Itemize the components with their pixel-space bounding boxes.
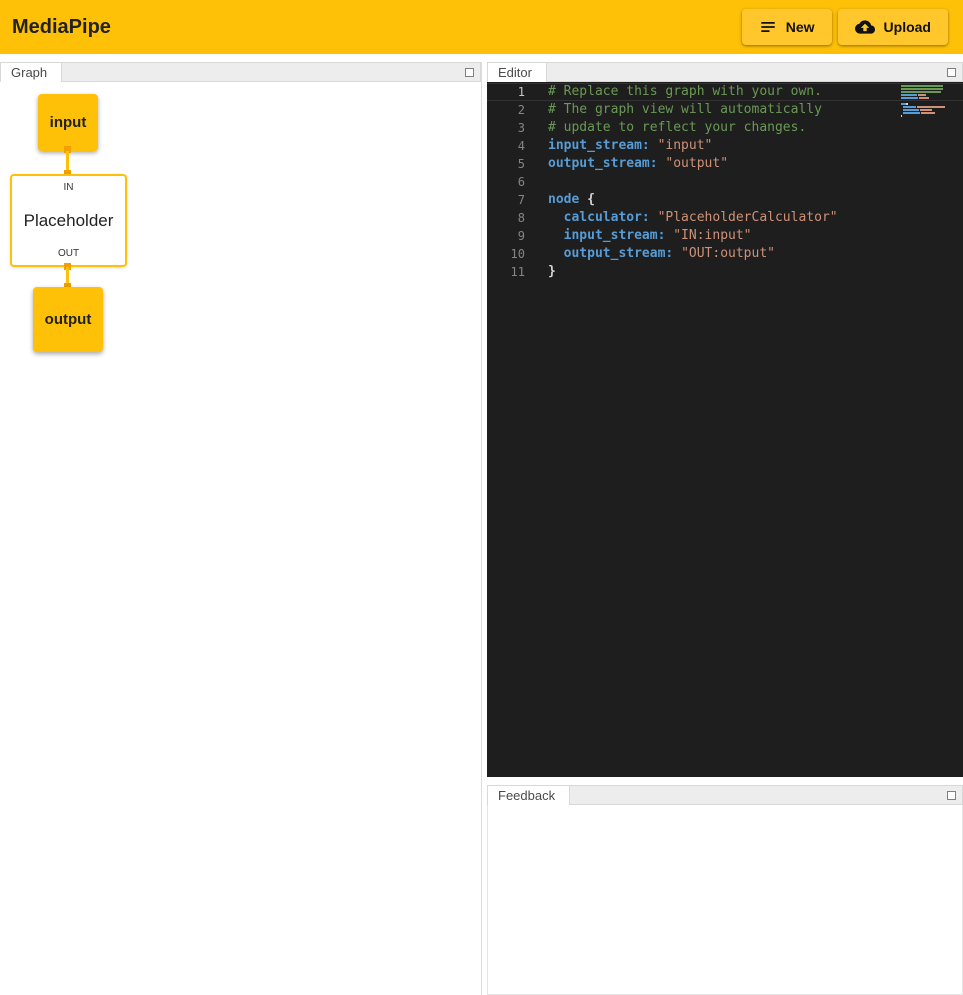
graph-tabbar: Graph (0, 62, 481, 82)
tab-editor[interactable]: Editor (487, 62, 547, 82)
line-number[interactable]: 4 (487, 137, 525, 155)
placeholder-label: Placeholder (24, 211, 114, 231)
menu-icon (759, 18, 777, 36)
minimap-line (901, 103, 953, 105)
tab-feedback[interactable]: Feedback (487, 785, 570, 805)
code-line-text: input_stream: "IN:input" (548, 227, 752, 245)
code-line-text: input_stream: "input" (548, 137, 712, 155)
code-line[interactable]: 2 # The graph view will automatically (487, 101, 963, 119)
placeholder-out-port-label: OUT (58, 248, 79, 259)
line-number[interactable]: 9 (487, 227, 525, 245)
tab-graph[interactable]: Graph (0, 62, 62, 82)
line-number[interactable]: 8 (487, 209, 525, 227)
editor-panel: Editor 1 # Replace this graph with your o… (487, 62, 963, 777)
code-line-text: # Replace this graph with your own. (548, 83, 822, 101)
cloud-upload-icon (855, 17, 875, 37)
code-line-text: output_stream: "output" (548, 155, 728, 173)
line-number[interactable]: 5 (487, 155, 525, 173)
minimap-line (901, 109, 953, 111)
upload-button-label: Upload (884, 19, 931, 35)
minimap-line (901, 85, 953, 87)
line-number[interactable]: 2 (487, 101, 525, 119)
minimap-line (901, 91, 953, 93)
line-number[interactable]: 7 (487, 191, 525, 209)
code-line[interactable]: 3 # update to reflect your changes. (487, 119, 963, 137)
minimap-line (901, 88, 953, 90)
app-header: MediaPipe New Upload (0, 0, 963, 54)
feedback-content (487, 805, 963, 995)
code-line[interactable]: 9 input_stream: "IN:input" (487, 227, 963, 245)
code-line[interactable]: 6 (487, 173, 963, 191)
minimap-line (901, 97, 953, 99)
graph-canvas[interactable]: input IN Placeholder OUT output (0, 82, 481, 995)
new-button-label: New (786, 19, 815, 35)
editor-tabbar: Editor (487, 62, 963, 82)
maximize-icon-graph[interactable] (465, 68, 474, 77)
new-button[interactable]: New (742, 9, 832, 45)
feedback-tabbar: Feedback (487, 785, 963, 805)
code-line-text: } (548, 263, 556, 281)
code-line[interactable]: 4 input_stream: "input" (487, 137, 963, 155)
line-number[interactable]: 1 (487, 83, 525, 101)
line-number[interactable]: 6 (487, 173, 525, 191)
minimap-line (901, 115, 953, 117)
code-line[interactable]: 10 output_stream: "OUT:output" (487, 245, 963, 263)
maximize-icon-editor[interactable] (947, 68, 956, 77)
graph-node-placeholder[interactable]: IN Placeholder OUT (10, 174, 127, 267)
code-line-text: output_stream: "OUT:output" (548, 245, 775, 263)
line-number[interactable]: 11 (487, 263, 525, 281)
code-line[interactable]: 7 node { (487, 191, 963, 209)
right-column: Editor 1 # Replace this graph with your o… (487, 62, 963, 995)
graph-node-output-label: output (45, 311, 92, 328)
feedback-panel: Feedback (487, 785, 963, 995)
minimap-line (901, 100, 953, 102)
upload-button[interactable]: Upload (838, 9, 948, 45)
graph-panel: Graph input IN Placeholder OUT output (0, 62, 482, 995)
code-line-text: # The graph view will automatically (548, 101, 822, 119)
line-number[interactable]: 3 (487, 119, 525, 137)
graph-node-output[interactable]: output (33, 287, 103, 352)
main-layout: Graph input IN Placeholder OUT output (0, 54, 963, 995)
code-lines: 1 # Replace this graph with your own. 2 # T… (487, 83, 963, 281)
line-number[interactable]: 10 (487, 245, 525, 263)
graph-node-input[interactable]: input (38, 94, 98, 151)
code-editor[interactable]: 1 # Replace this graph with your own. 2 # T… (487, 82, 963, 777)
minimap-line (901, 112, 953, 114)
minimap-line (901, 94, 953, 96)
placeholder-in-port-label: IN (64, 182, 74, 193)
code-line[interactable]: 8 calculator: "PlaceholderCalculator" (487, 209, 963, 227)
minimap-line (901, 106, 953, 108)
app-title: MediaPipe (12, 16, 111, 39)
maximize-icon-feedback[interactable] (947, 791, 956, 800)
header-buttons: New Upload (742, 9, 948, 45)
code-line-text: calculator: "PlaceholderCalculator" (548, 209, 838, 227)
graph-node-input-label: input (50, 114, 87, 131)
code-line[interactable]: 11} (487, 263, 963, 281)
code-line-text: # update to reflect your changes. (548, 119, 806, 137)
code-line[interactable]: 1 # Replace this graph with your own. (487, 83, 963, 101)
code-line-text: node { (548, 191, 595, 209)
minimap[interactable] (901, 85, 953, 118)
code-line[interactable]: 5 output_stream: "output" (487, 155, 963, 173)
